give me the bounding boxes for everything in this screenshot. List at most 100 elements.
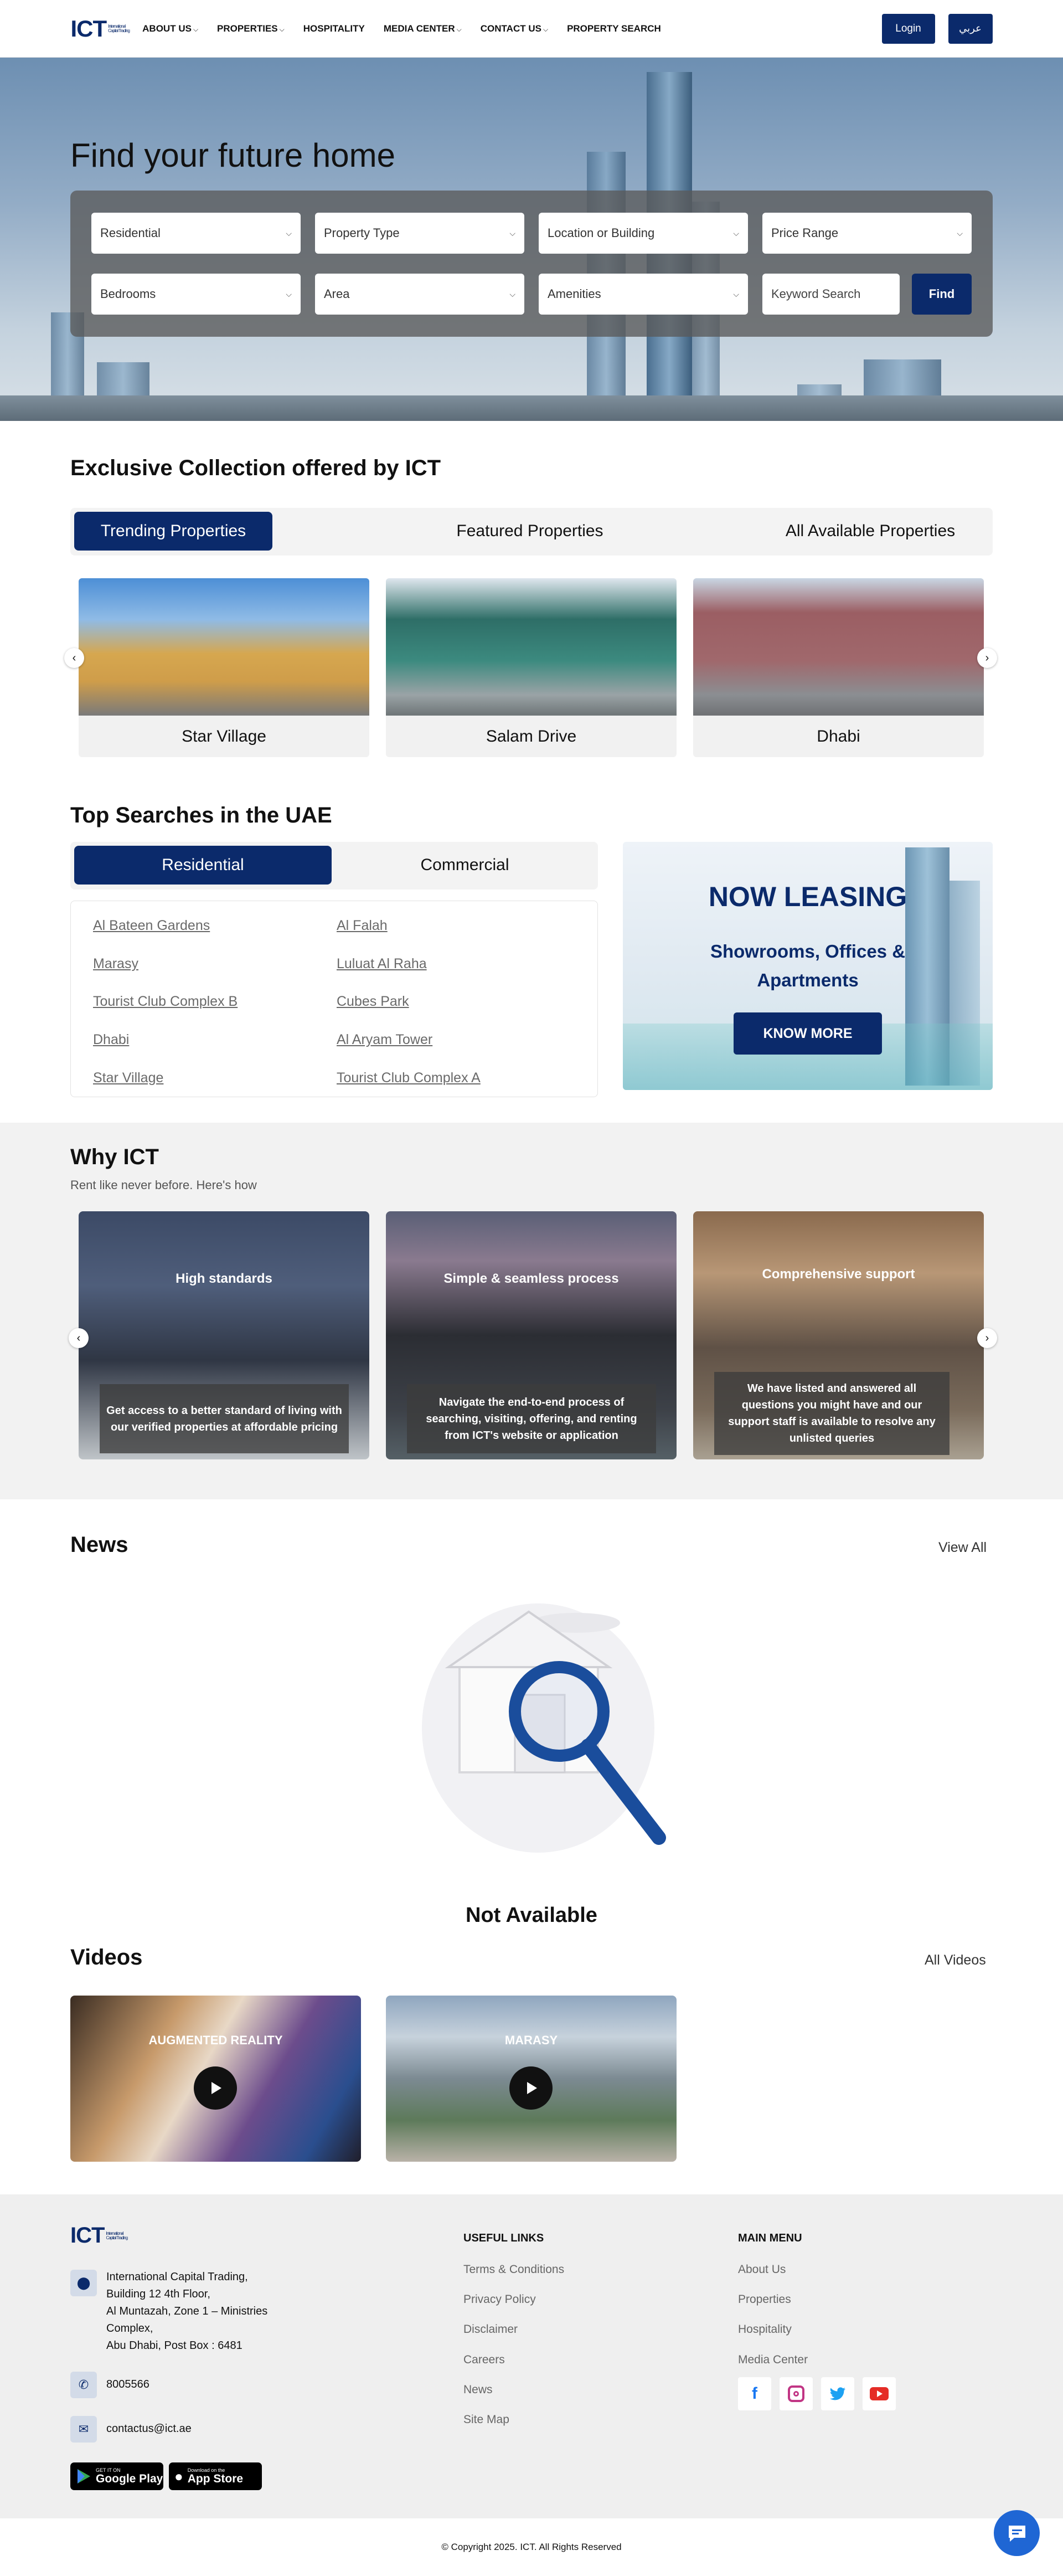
property-card[interactable]: Star Village (79, 578, 369, 757)
why-ict-section: Why ICT Rent like never before. Here's h… (0, 1123, 1063, 1499)
footer-phone[interactable]: 8005566 (106, 2376, 149, 2393)
search-link[interactable]: Dhabi (93, 1032, 129, 1048)
chevron-right-icon: › (985, 1331, 989, 1344)
location-select[interactable]: Location or Building ⌵ (539, 213, 748, 254)
all-videos-link[interactable]: All Videos (925, 1952, 986, 1968)
nav-hospitality[interactable]: HOSPITALITY (303, 23, 365, 34)
footer-address: International Capital Trading, Building … (106, 2271, 268, 2352)
instagram-icon[interactable] (780, 2377, 813, 2410)
youtube-icon[interactable] (863, 2377, 896, 2410)
carousel-next-button[interactable]: › (977, 648, 997, 668)
nav-media-center[interactable]: MEDIA CENTER ⌵ (384, 23, 462, 34)
tab-all-available-properties[interactable]: All Available Properties (751, 512, 989, 551)
videos-title: Videos (70, 1945, 143, 1970)
property-image (386, 578, 677, 716)
chevron-down-icon: ⌵ (733, 289, 739, 299)
main-menu-heading: MAIN MENU (738, 2232, 802, 2244)
property-search-panel: Residential ⌵ Property Type ⌵ Location or … (70, 191, 993, 337)
amenities-select[interactable]: Amenities ⌵ (539, 274, 748, 315)
footer-link[interactable]: Hospitality (738, 2323, 792, 2336)
footer-link[interactable]: Site Map (463, 2413, 509, 2426)
footer-link[interactable]: Terms & Conditions (463, 2263, 564, 2276)
footer-logo[interactable]: ICT International Capital Trading (70, 2223, 128, 2248)
tab-trending-properties[interactable]: Trending Properties (74, 512, 272, 551)
nav-contact-us[interactable]: CONTACT US ⌵ (481, 23, 548, 34)
video-card[interactable]: MARASY (386, 1996, 677, 2162)
property-card[interactable]: Salam Drive (386, 578, 677, 757)
footer-link[interactable]: Disclaimer (463, 2323, 518, 2336)
site-footer: ICT International Capital Trading ⬤ Inte… (0, 2194, 1063, 2518)
chevron-down-icon: ⌵ (286, 289, 292, 299)
chevron-down-icon: ⌵ (733, 228, 739, 238)
price-range-select[interactable]: Price Range ⌵ (762, 213, 972, 254)
search-link[interactable]: Marasy (93, 956, 138, 972)
search-link[interactable]: Tourist Club Complex A (337, 1070, 481, 1086)
footer-link[interactable]: About Us (738, 2263, 786, 2276)
app-store-button[interactable]: ● Download on the App Store (169, 2462, 262, 2490)
search-link[interactable]: Al Aryam Tower (337, 1032, 432, 1048)
chevron-left-icon: ‹ (72, 651, 76, 664)
chat-button[interactable] (994, 2510, 1040, 2556)
keyword-search-input[interactable]: Keyword Search (762, 274, 900, 315)
search-link[interactable]: Tourist Club Complex B (93, 994, 238, 1010)
chevron-down-icon: ⌵ (543, 25, 549, 33)
find-button[interactable]: Find (912, 274, 972, 315)
news-title: News (70, 1533, 128, 1557)
play-button[interactable] (194, 2066, 237, 2110)
ict-logo[interactable]: ICT International Capital Trading (71, 16, 131, 42)
language-toggle-button[interactable]: عربي (948, 13, 993, 44)
nav-about-us[interactable]: ABOUT US ⌵ (142, 23, 198, 34)
top-searches-title: Top Searches in the UAE (70, 803, 332, 827)
nav-properties[interactable]: PROPERTIES ⌵ (217, 23, 285, 34)
bedrooms-select[interactable]: Bedrooms ⌵ (91, 274, 301, 315)
phone-icon: ✆ (70, 2372, 97, 2398)
footer-link[interactable]: Properties (738, 2293, 791, 2306)
chevron-down-icon: ⌵ (957, 228, 963, 238)
footer-email[interactable]: contactus@ict.ae (106, 2420, 192, 2438)
news-empty-text: Not Available (466, 1904, 597, 1927)
tab-featured-properties[interactable]: Featured Properties (403, 512, 657, 551)
google-play-button[interactable]: GET IT ON Google Play (70, 2462, 163, 2490)
useful-links-heading: USEFUL LINKS (463, 2232, 544, 2244)
carousel-next-button[interactable]: › (977, 1328, 997, 1348)
copyright-text: © Copyright 2025. ICT. All Rights Reserv… (441, 2542, 622, 2552)
news-view-all-link[interactable]: View All (938, 1540, 987, 1556)
search-link[interactable]: Cubes Park (337, 994, 409, 1010)
know-more-button[interactable]: KNOW MORE (734, 1012, 882, 1055)
nav-property-search[interactable]: PROPERTY SEARCH (567, 23, 661, 34)
property-name: Salam Drive (486, 727, 577, 745)
logo-text: ICT (70, 15, 107, 42)
footer-link[interactable]: News (463, 2383, 493, 2397)
hero-banner: Find your future home Residential ⌵ Prope… (0, 58, 1063, 421)
property-image (693, 578, 984, 716)
now-leasing-banner: NOW LEASING Showrooms, Offices & Apartme… (623, 842, 993, 1090)
tab-residential[interactable]: Residential (74, 846, 332, 885)
footer-link[interactable]: Media Center (738, 2353, 808, 2367)
search-link[interactable]: Luluat Al Raha (337, 956, 427, 972)
email-icon: ✉ (70, 2416, 97, 2443)
search-link[interactable]: Al Bateen Gardens (93, 918, 210, 934)
property-type-select[interactable]: Property Type ⌵ (315, 213, 524, 254)
facebook-icon[interactable]: f (738, 2377, 771, 2410)
footer-link[interactable]: Careers (463, 2353, 505, 2367)
login-button[interactable]: Login (881, 13, 935, 44)
why-card: High standards Get access to a better st… (79, 1211, 369, 1459)
video-card[interactable]: AUGMENTED REALITY (70, 1996, 361, 2162)
chevron-down-icon: ⌵ (193, 25, 199, 33)
twitter-icon[interactable] (821, 2377, 854, 2410)
logo-subtitle: International Capital Trading (108, 23, 130, 33)
hero-title: Find your future home (70, 137, 395, 174)
search-link[interactable]: Al Falah (337, 918, 388, 934)
tab-commercial[interactable]: Commercial (336, 846, 594, 885)
carousel-prev-button[interactable]: ‹ (69, 1328, 89, 1348)
category-select[interactable]: Residential ⌵ (91, 213, 301, 254)
search-link[interactable]: Star Village (93, 1070, 163, 1086)
chevron-down-icon: ⌵ (279, 25, 285, 33)
chevron-down-icon: ⌵ (286, 228, 292, 238)
carousel-prev-button[interactable]: ‹ (64, 648, 84, 668)
no-results-illustration (388, 1601, 675, 1861)
footer-link[interactable]: Privacy Policy (463, 2293, 536, 2306)
property-card[interactable]: Dhabi (693, 578, 984, 757)
area-select[interactable]: Area ⌵ (315, 274, 524, 315)
play-button[interactable] (509, 2066, 553, 2110)
